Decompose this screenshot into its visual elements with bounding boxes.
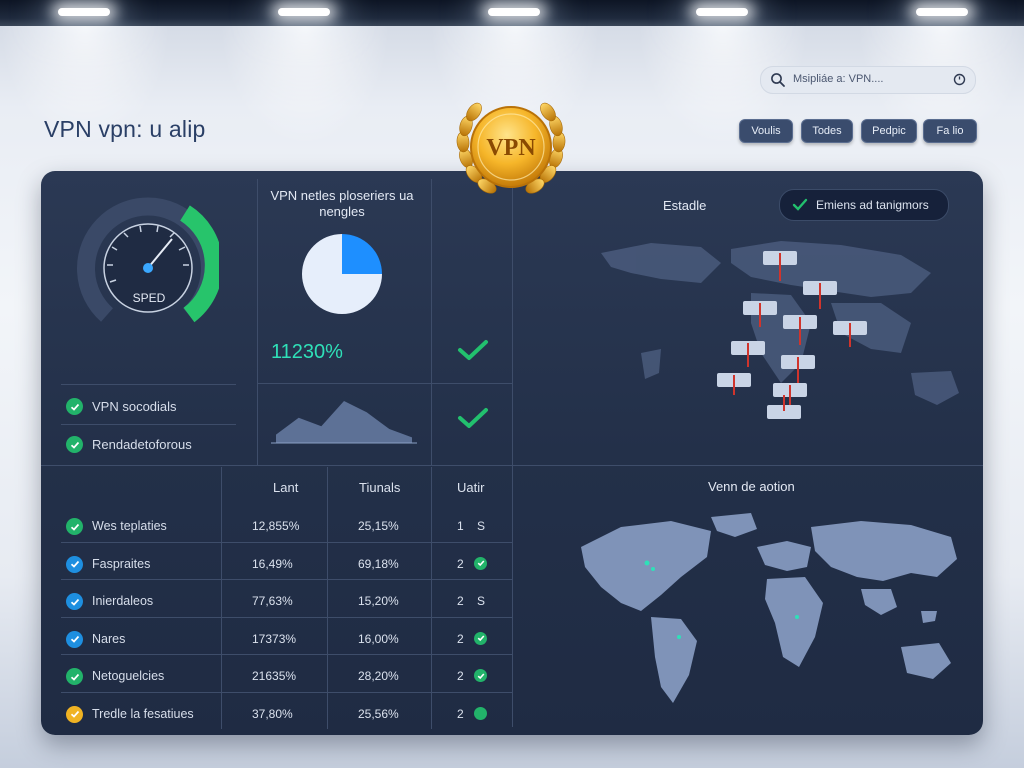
light-1 bbox=[58, 8, 110, 16]
table-cell: 69,18% bbox=[358, 556, 399, 571]
table-row-label: Inierdaleos bbox=[92, 594, 154, 608]
map-bottom-title: Venn de aotion bbox=[708, 479, 795, 494]
check-icon bbox=[66, 555, 83, 573]
table-cell: 17373% bbox=[252, 631, 297, 646]
area-chart bbox=[271, 401, 417, 444]
table-header-1: Lant bbox=[273, 480, 299, 495]
status-dot-icon bbox=[474, 706, 487, 720]
table-cell: S bbox=[477, 594, 486, 608]
table-cell: 2 bbox=[457, 631, 464, 646]
app-title: VPN vpn: u alip bbox=[44, 116, 206, 142]
search-bar[interactable]: Msipliáe a: VPN.... bbox=[760, 66, 976, 94]
table-cell: 2 bbox=[457, 556, 464, 571]
divider bbox=[61, 424, 236, 425]
light-4 bbox=[696, 8, 748, 16]
light-2 bbox=[278, 8, 330, 16]
status-item-2: Rendadetoforous bbox=[92, 437, 192, 452]
divider bbox=[512, 179, 513, 727]
check-icon bbox=[792, 198, 808, 211]
tab-3[interactable]: Pedpic bbox=[861, 119, 917, 143]
light-3 bbox=[488, 8, 540, 16]
check-icon bbox=[458, 340, 488, 360]
check-icon bbox=[474, 631, 487, 645]
row-divider bbox=[61, 654, 512, 655]
check-icon bbox=[458, 408, 488, 428]
area-series bbox=[276, 401, 412, 443]
table-cell: S bbox=[477, 519, 486, 533]
table-row-label: Wes teplaties bbox=[92, 519, 167, 533]
badge-text: VPN bbox=[486, 135, 536, 161]
table-row-label: Nares bbox=[92, 631, 126, 646]
tab-2[interactable]: Todes bbox=[801, 119, 853, 143]
divider bbox=[327, 467, 328, 729]
glow-2 bbox=[220, 26, 390, 146]
check-icon bbox=[66, 398, 83, 415]
table-row-label: Tredle la fesatiues bbox=[92, 706, 194, 721]
divider bbox=[61, 384, 236, 385]
divider bbox=[431, 179, 432, 465]
pie-slice-1 bbox=[342, 234, 382, 274]
row-divider bbox=[61, 579, 512, 580]
table-cell: 12,855% bbox=[252, 519, 300, 533]
table-cell: 77,63% bbox=[252, 594, 293, 608]
table-header-2: Tiunals bbox=[359, 480, 401, 495]
row-divider bbox=[61, 616, 512, 618]
divider bbox=[257, 383, 512, 384]
table-cell: 2 bbox=[457, 594, 464, 608]
search-icon bbox=[771, 73, 785, 87]
status-item-1: VPN socodials bbox=[92, 399, 177, 414]
divider bbox=[41, 465, 983, 466]
check-icon bbox=[66, 436, 83, 453]
speed-label: SPED bbox=[133, 291, 166, 305]
table-cell: 15,20% bbox=[358, 594, 399, 608]
divider bbox=[431, 467, 432, 729]
status-pill[interactable]: Emiens ad tanigmors bbox=[779, 189, 949, 221]
table-row-label: Netoguelcies bbox=[92, 669, 165, 683]
table-cell: 28,20% bbox=[358, 669, 399, 683]
tab-4[interactable]: Fa lio bbox=[923, 119, 977, 143]
pie-chart bbox=[302, 234, 382, 314]
row-divider bbox=[61, 541, 512, 543]
clock-icon[interactable] bbox=[953, 73, 966, 86]
divider bbox=[221, 467, 222, 729]
map-top-title: Estadle bbox=[663, 198, 707, 213]
check-icon bbox=[474, 556, 487, 570]
divider bbox=[257, 179, 258, 465]
light-5 bbox=[916, 8, 968, 16]
check-icon bbox=[66, 668, 83, 685]
tab-1[interactable]: Voulis bbox=[739, 119, 793, 143]
status-pill-text: Emiens ad tanigmors bbox=[816, 198, 929, 212]
table-cell: 1 bbox=[457, 519, 464, 533]
world-map-bottom bbox=[581, 513, 957, 703]
table-cell: 25,56% bbox=[358, 706, 399, 721]
table-cell: 37,80% bbox=[252, 706, 293, 721]
percent-value: 11230% bbox=[271, 341, 343, 363]
table-cell: 16,00% bbox=[358, 631, 399, 646]
speed-gauge: SPED bbox=[77, 197, 219, 323]
check-icon bbox=[66, 593, 83, 610]
table-cell: 2 bbox=[457, 669, 464, 683]
chart-card-title: VPN netles ploseriers ua nengles bbox=[270, 188, 414, 219]
table-row-label: Faspraites bbox=[92, 556, 151, 571]
table-header-3: Uatir bbox=[457, 480, 485, 495]
table-cell: 16,49% bbox=[252, 556, 293, 571]
world-map-top bbox=[601, 241, 959, 419]
table-cell: 2 bbox=[457, 706, 464, 721]
check-icon bbox=[66, 705, 83, 723]
check-icon bbox=[66, 630, 83, 648]
row-divider bbox=[61, 691, 512, 693]
table-cell: 25,15% bbox=[358, 519, 399, 533]
dashboard-panel: SPED VPN socodials Rendadetoforous VPN n… bbox=[41, 171, 983, 735]
vpn-badge-logo: VPN bbox=[456, 102, 566, 194]
check-icon bbox=[474, 669, 487, 682]
search-text: Msipliáe a: VPN.... bbox=[793, 73, 884, 85]
check-icon bbox=[66, 518, 83, 535]
table-cell: 21635% bbox=[252, 669, 297, 683]
